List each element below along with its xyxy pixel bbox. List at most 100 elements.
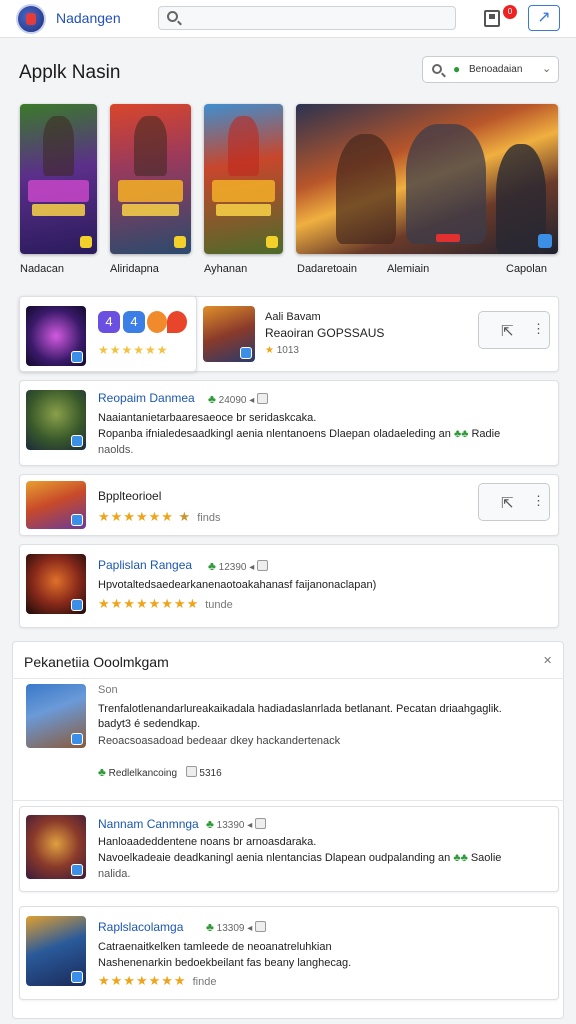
location-pin-icon: ● xyxy=(453,62,461,76)
close-icon[interactable]: ✕ xyxy=(543,654,552,667)
game-thumbnail[interactable] xyxy=(26,306,86,366)
game-thumbnail[interactable] xyxy=(26,916,86,986)
app-icon[interactable]: 4 xyxy=(123,311,145,333)
panel-title: Pekanetiia Ooolmkgam xyxy=(24,654,169,670)
item-title[interactable]: Aali Bavam xyxy=(265,311,321,323)
badge-icon xyxy=(71,971,83,983)
item-meta: ★ 1013 xyxy=(265,345,299,356)
item-meta: ♣ 13390 ◂ xyxy=(206,817,267,831)
badge-icon xyxy=(71,864,83,876)
game-cover-3[interactable] xyxy=(204,104,283,254)
item-description: badyt3 é sedendkap. xyxy=(98,718,201,730)
item-title[interactable]: Reopaim Danmea xyxy=(98,391,195,405)
leaf-icon: ♣ xyxy=(98,765,106,779)
game-cover-featured[interactable] xyxy=(296,104,558,254)
leaf-icon: ♣♣ xyxy=(453,852,468,864)
more-icon: ⋮ xyxy=(532,493,545,508)
item-label: Son xyxy=(98,684,118,696)
square-icon xyxy=(257,393,269,404)
game-thumbnail[interactable] xyxy=(26,554,86,614)
item-meta: ♣ 24090 ◂ xyxy=(208,392,269,406)
game-thumbnail[interactable] xyxy=(26,684,86,748)
divider xyxy=(12,678,564,679)
item-title[interactable]: Bpplteorioel xyxy=(98,489,161,503)
leaf-icon: ♣ xyxy=(208,559,216,573)
divider xyxy=(12,800,564,801)
game-thumbnail[interactable] xyxy=(26,481,86,529)
badge-icon xyxy=(71,351,83,363)
item-title[interactable]: Raplslacolamga xyxy=(98,920,183,934)
item-description: nalida. xyxy=(98,868,131,880)
filter-dropdown[interactable]: ● Benoadaian ⌄ xyxy=(422,56,559,83)
app-icon[interactable] xyxy=(147,311,167,333)
star-rating: ★★★★★★ xyxy=(98,343,169,357)
badge-icon xyxy=(240,347,252,359)
leaf-icon: ♣ xyxy=(208,392,216,406)
item-description: Nashenenarkin bedoekbeilant fas beany la… xyxy=(98,957,352,969)
item-meta: ♣ 12390 ◂ xyxy=(208,559,269,573)
item-description: Catraenaitkelken tamleede de neoanatrelu… xyxy=(98,941,332,953)
more-icon: ⋮ xyxy=(532,321,545,336)
star-icon: ★ xyxy=(265,345,274,356)
star-rating: ★★★★★★★ finde xyxy=(98,973,217,988)
badge-icon xyxy=(71,514,83,526)
app-name[interactable]: Nadangen xyxy=(56,10,121,26)
game-thumbnail[interactable] xyxy=(26,815,86,879)
save-icon[interactable] xyxy=(484,10,500,27)
share-button[interactable]: ↗ xyxy=(528,5,560,31)
cover-label: Nadacan xyxy=(20,263,65,275)
search-input[interactable] xyxy=(158,6,456,30)
badge-icon xyxy=(538,234,552,248)
section-title: Applk Nasin xyxy=(19,62,121,83)
leaf-icon: ♣ xyxy=(206,920,214,934)
badge-icon xyxy=(174,236,186,248)
search-icon xyxy=(167,11,178,22)
item-title[interactable]: Nannam Canmnga xyxy=(98,817,199,831)
square-icon xyxy=(257,560,269,571)
game-thumbnail[interactable] xyxy=(26,390,86,450)
square-icon xyxy=(255,818,267,829)
item-description: Trenfalotlenandarlureakaikadala hadiadas… xyxy=(98,703,502,715)
item-meta: ♣ 13309 ◂ xyxy=(206,920,267,934)
cover-label: Capolan xyxy=(506,263,547,275)
item-footer: ♣ Redlelkancoing 5316 xyxy=(98,765,222,779)
leaf-icon: ♣♣ xyxy=(453,428,469,440)
notification-badge[interactable]: 0 xyxy=(503,5,517,19)
share-icon: ⇱ xyxy=(501,323,514,340)
badge-icon xyxy=(80,236,92,248)
search-icon xyxy=(432,64,442,74)
cover-label: Alemiain xyxy=(387,263,430,275)
item-description: Navoelkadeaie deadkaningl aenia nlentanc… xyxy=(98,852,502,864)
cover-label: Dadaretoain xyxy=(297,263,357,275)
square-icon xyxy=(255,921,267,932)
app-icon[interactable]: 4 xyxy=(98,311,120,333)
share-button[interactable]: ⇱ ⋮ xyxy=(478,483,550,521)
item-description: Naaiantanietarbaaresaeoce br seridaskcak… xyxy=(98,412,317,424)
game-cover-1[interactable] xyxy=(20,104,97,254)
app-logo-icon[interactable] xyxy=(16,4,46,34)
leaf-icon: ♣ xyxy=(206,817,214,831)
item-title[interactable]: Paplislan Rangea xyxy=(98,558,192,572)
star-rating: ★★★★★★★★ tunde xyxy=(98,596,233,611)
badge-icon xyxy=(71,435,83,447)
share-button[interactable]: ⇱ ⋮ xyxy=(478,311,550,349)
share-icon: ⇱ xyxy=(501,495,514,512)
item-description: naolds. xyxy=(98,444,134,456)
filter-label: Benoadaian xyxy=(469,64,523,75)
badge-icon xyxy=(71,733,83,745)
item-description: Reoacsoasadoad bedeaar dkey hackanderten… xyxy=(98,735,341,747)
cover-label: Aliridapna xyxy=(110,263,159,275)
top-bar: Nadangen 0 ↗ xyxy=(0,0,576,38)
chevron-down-icon: ⌄ xyxy=(542,63,552,75)
item-subtitle: Reaoiran GOPSSAUS xyxy=(265,326,385,340)
star-rating: ★★★★★★ ★ finds xyxy=(98,509,221,524)
game-thumbnail[interactable] xyxy=(203,306,255,362)
badge-icon xyxy=(71,599,83,611)
item-description: Ropanba ifnialedesaadkingl aenia nlentan… xyxy=(98,428,501,440)
game-cover-2[interactable] xyxy=(110,104,191,254)
item-description: Hpvotaltedsaedearkanenaotoakahanasf faij… xyxy=(98,579,377,591)
item-description: Hanloaadeddentene noans br arnoasdaraka. xyxy=(98,836,317,848)
share-icon: ↗ xyxy=(537,9,551,26)
app-icon[interactable] xyxy=(167,311,187,333)
cover-label: Ayhanan xyxy=(204,263,248,275)
